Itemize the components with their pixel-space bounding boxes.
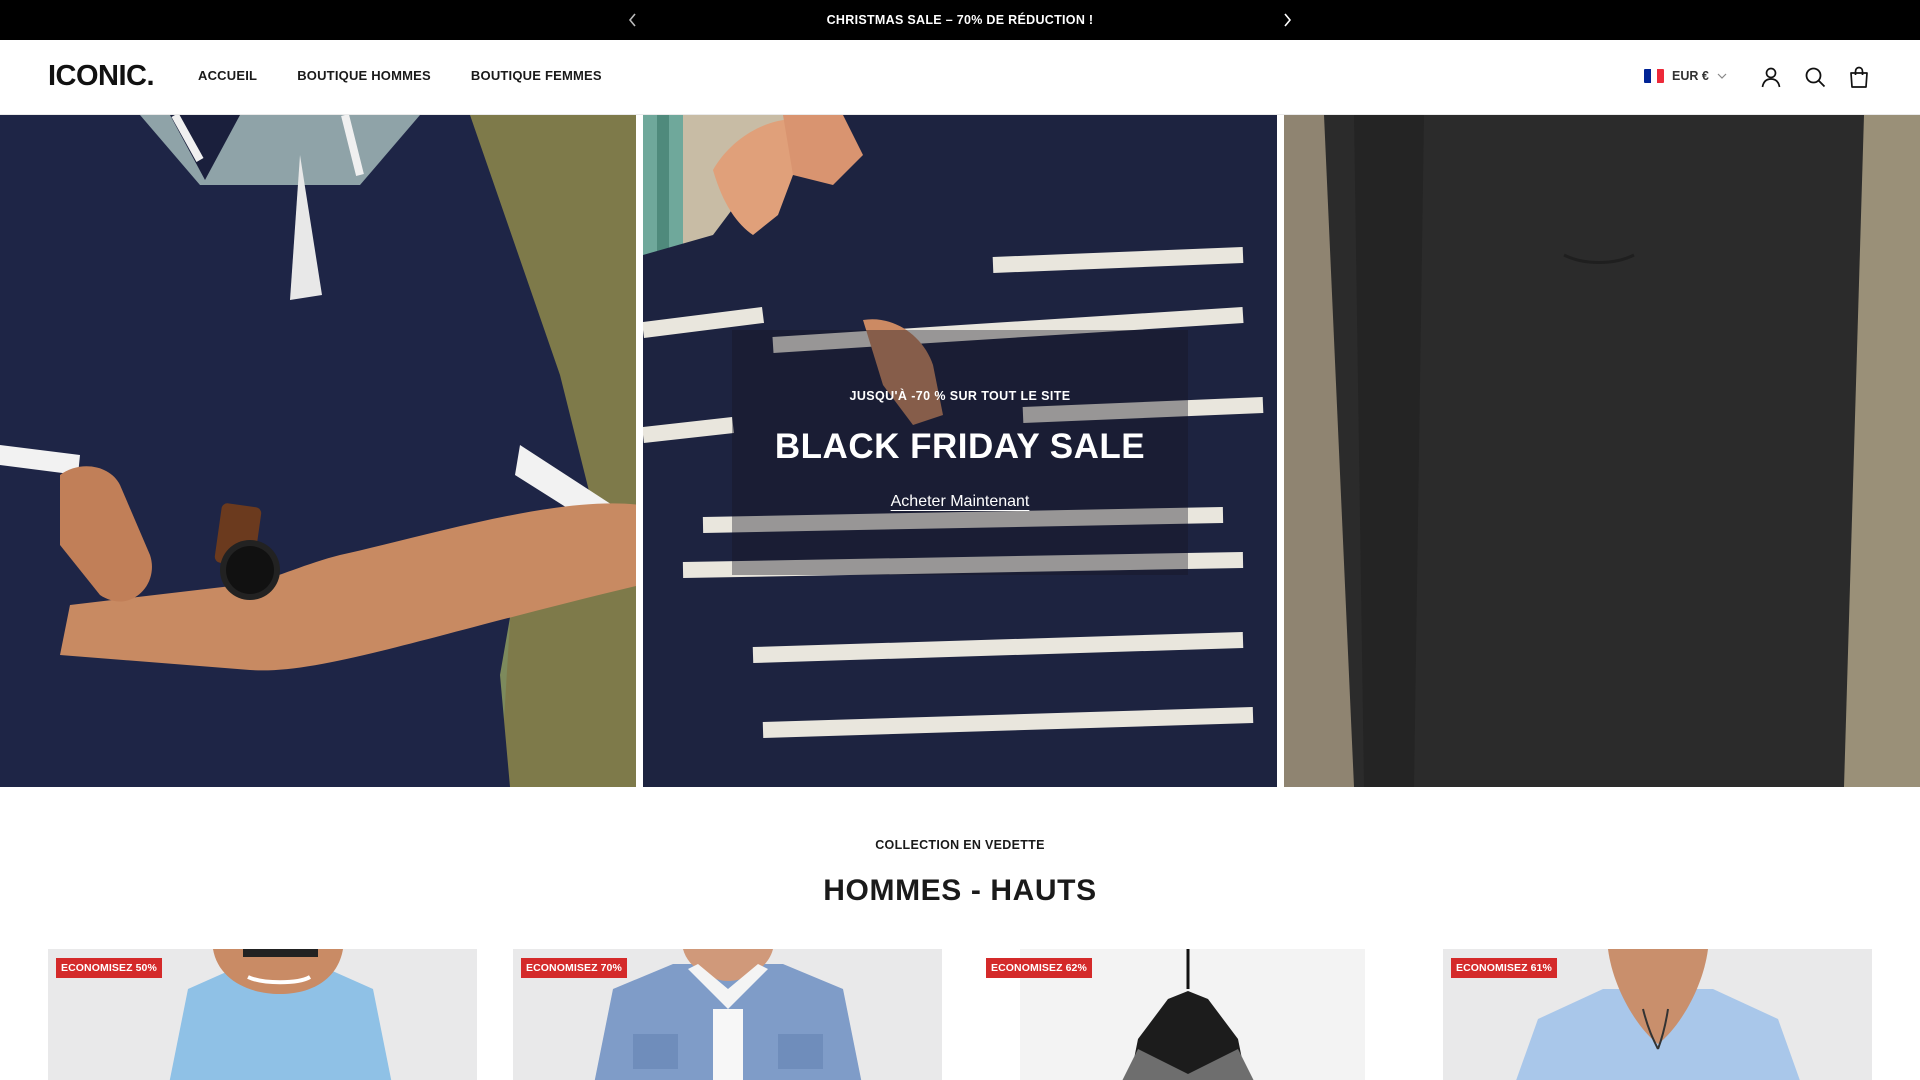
announcement-bar: CHRISTMAS SALE – 70% DE RÉDUCTION ! [0,0,1920,40]
hero-eyebrow: JUSQU'À -70 % SUR TOUT LE SITE [849,389,1071,403]
currency-selector[interactable]: EUR € [1644,67,1727,85]
chevron-down-icon [1717,67,1727,85]
france-flag-icon [1644,69,1664,83]
search-icon[interactable] [1802,64,1828,90]
account-icon[interactable] [1758,64,1784,90]
currency-label: EUR € [1672,69,1709,83]
section-eyebrow: COLLECTION EN VEDETTE [875,838,1045,852]
section-title: HOMMES - HAUTS [823,874,1097,907]
nav-item-accueil[interactable]: ACCUEIL [198,68,257,83]
product-card[interactable]: ECONOMISEZ 61% [1443,949,1872,1080]
discount-badge: ECONOMISEZ 62% [986,958,1092,978]
product-card[interactable]: ECONOMISEZ 70% [513,949,942,1080]
discount-badge: ECONOMISEZ 50% [56,958,162,978]
logo[interactable]: ICONIC. [48,60,155,93]
chevron-right-icon[interactable] [1275,8,1299,32]
discount-badge: ECONOMISEZ 70% [521,958,627,978]
hero-cta-link[interactable]: Acheter Maintenant [891,493,1030,510]
main-nav: ACCUEIL BOUTIQUE HOMMES BOUTIQUE FEMMES [198,68,602,83]
site-header: ICONIC. ACCUEIL BOUTIQUE HOMMES BOUTIQUE… [0,40,1920,115]
product-card[interactable]: ECONOMISEZ 62% [978,949,1407,1080]
announcement-text[interactable]: CHRISTMAS SALE – 70% DE RÉDUCTION ! [827,13,1094,27]
hero-title: BLACK FRIDAY SALE [774,427,1146,466]
chevron-left-icon[interactable] [621,8,645,32]
nav-item-boutique-femmes[interactable]: BOUTIQUE FEMMES [471,68,602,83]
cart-icon[interactable] [1846,64,1872,90]
hero-banner[interactable]: JUSQU'À -70 % SUR TOUT LE SITE BLACK FRI… [0,115,1920,787]
discount-badge: ECONOMISEZ 61% [1451,958,1557,978]
nav-item-boutique-hommes[interactable]: BOUTIQUE HOMMES [297,68,431,83]
product-card[interactable]: ECONOMISEZ 50% [48,949,477,1080]
